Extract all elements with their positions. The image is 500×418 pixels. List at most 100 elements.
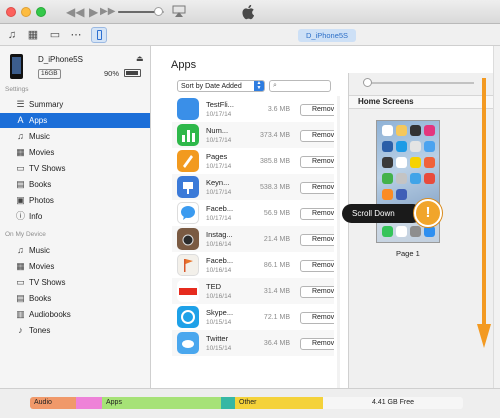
search-icon: ⌕ xyxy=(273,82,277,89)
remove-button[interactable]: Remove xyxy=(300,208,334,220)
sidebar-item-label: Movies xyxy=(29,148,55,157)
app-row[interactable]: Twitter 10/15/14 36.4 MB Remove xyxy=(172,330,334,356)
volume-slider[interactable] xyxy=(118,7,164,16)
scroll-down-callout: Scroll Down xyxy=(342,204,422,223)
app-list: TestFli... 10/17/14 3.6 MB Remove Num...… xyxy=(172,96,334,388)
rewind-icon[interactable]: ◀◀ xyxy=(66,4,84,20)
arrow-down-icon xyxy=(477,78,491,348)
app-row[interactable]: Faceb... 10/16/14 86.1 MB Remove xyxy=(172,252,334,278)
movies-icon[interactable]: ▦ xyxy=(27,28,39,42)
app-row[interactable]: Skype... 10/15/14 72.1 MB Remove xyxy=(172,304,334,330)
app-date: 10/16/14 xyxy=(206,241,232,248)
airplay-icon[interactable] xyxy=(172,5,186,18)
remove-button[interactable]: Remove xyxy=(300,104,334,116)
sidebar-item-label: Books xyxy=(29,180,52,189)
sidebar-item-info[interactable]: ⓘ Info xyxy=(0,209,150,224)
app-size: 373.4 MB xyxy=(260,132,290,139)
app-date: 10/17/14 xyxy=(206,189,232,196)
sidebar-item-label: TV Shows xyxy=(29,164,66,173)
sidebar-item-device-tones[interactable]: ♪ Tones xyxy=(0,323,150,338)
sidebar-item-label: Music xyxy=(29,246,50,255)
app-icon xyxy=(396,157,407,168)
remove-button[interactable]: Remove xyxy=(300,338,334,350)
play-icon[interactable]: ▶ xyxy=(89,4,98,20)
capacity-badge: 16GB xyxy=(38,69,61,79)
app-row[interactable]: Num... 10/17/14 373.4 MB Remove xyxy=(172,122,334,148)
sidebar-item-device-movies[interactable]: ▦ Movies xyxy=(0,259,150,274)
sidebar-item-device-books[interactable]: ▤ Books xyxy=(0,291,150,306)
device-button[interactable] xyxy=(91,27,107,43)
app-name: Twitter xyxy=(206,334,229,343)
remove-button[interactable]: Remove xyxy=(300,234,334,246)
app-date: 10/17/14 xyxy=(206,215,232,222)
sidebar-item-label: Audiobooks xyxy=(29,310,71,319)
remove-button[interactable]: Remove xyxy=(300,156,334,168)
remove-button[interactable]: Remove xyxy=(300,260,334,272)
more-icon[interactable]: ⋯ xyxy=(70,28,82,42)
close-window-button[interactable] xyxy=(6,7,16,17)
main-scrollbar[interactable] xyxy=(493,46,500,388)
remove-button[interactable]: Remove xyxy=(300,312,334,324)
summary-icon: ☰ xyxy=(16,99,25,109)
volume-knob[interactable] xyxy=(154,7,163,16)
zoom-slider[interactable] xyxy=(363,78,474,87)
sidebar-item-device-audiobooks[interactable]: ▥ Audiobooks xyxy=(0,307,150,322)
app-name: Keyn... xyxy=(206,178,230,187)
app-size: 56.9 MB xyxy=(263,210,290,217)
sidebar-item-label: Music xyxy=(29,132,50,141)
app-row[interactable]: Keyn... 10/17/14 538.3 MB Remove xyxy=(172,174,334,200)
audiobooks-icon: ▥ xyxy=(16,309,25,319)
sidebar-item-label: Tones xyxy=(29,326,51,335)
zoom-window-button[interactable] xyxy=(36,7,46,17)
minimize-window-button[interactable] xyxy=(21,7,31,17)
apple-logo-icon xyxy=(242,4,255,20)
messenger-app-icon xyxy=(177,202,199,224)
app-size: 385.8 MB xyxy=(260,158,290,165)
search-input[interactable]: ⌕ xyxy=(269,80,331,92)
app-list-scrollbar[interactable] xyxy=(337,96,340,388)
toolbar: ◀◀ ▶ ▶▶ xyxy=(0,0,500,24)
app-icon xyxy=(424,173,435,184)
s-logo-icon xyxy=(181,310,195,324)
instagram-app-icon xyxy=(177,228,199,250)
sidebar-item-apps[interactable]: A Apps xyxy=(0,113,150,128)
sidebar-item-photos[interactable]: ▣ Photos xyxy=(0,193,150,208)
app-row[interactable]: Pages 10/17/14 385.8 MB Remove xyxy=(172,148,334,174)
apps-icon: A xyxy=(17,115,24,125)
remove-button[interactable]: Remove xyxy=(300,130,334,142)
skype-app-icon xyxy=(177,306,199,328)
sidebar-item-summary[interactable]: ☰ Summary xyxy=(0,97,150,112)
keynote-app-icon xyxy=(177,176,199,198)
sidebar-item-music[interactable]: ♫ Music xyxy=(0,129,150,144)
app-row[interactable]: TED 10/16/14 31.4 MB Remove xyxy=(172,278,334,304)
device-name: D_iPhone5S xyxy=(38,55,83,64)
zoom-knob[interactable] xyxy=(363,78,372,87)
flag-icon xyxy=(184,259,193,272)
sidebar-item-books[interactable]: ▤ Books xyxy=(0,177,150,192)
sidebar-item-tv-shows[interactable]: ▭ TV Shows xyxy=(0,161,150,176)
sidebar-item-device-tv-shows[interactable]: ▭ TV Shows xyxy=(0,275,150,290)
sort-select[interactable]: Sort by Date Added ▲ ▼ xyxy=(177,80,265,92)
app-row[interactable]: Faceb... 10/17/14 56.9 MB Remove xyxy=(172,200,334,226)
fast-forward-icon[interactable]: ▶▶ xyxy=(100,4,115,20)
storage-footer: Audio Apps Other 4.41 GB Free xyxy=(0,388,500,418)
app-date: 10/17/14 xyxy=(206,163,232,170)
sidebar-item-device-music[interactable]: ♫ Music xyxy=(0,243,150,258)
tv-icon[interactable]: ▭ xyxy=(49,28,61,42)
device-pill[interactable]: D_iPhone5S xyxy=(298,29,356,42)
battery-fill xyxy=(126,71,138,75)
sidebar-item-movies[interactable]: ▦ Movies xyxy=(0,145,150,160)
app-row[interactable]: Instag... 10/16/14 21.4 MB Remove xyxy=(172,226,334,252)
safari-icon xyxy=(424,226,435,237)
music-note-icon[interactable]: ♫ xyxy=(6,28,18,42)
battery-percent: 90% xyxy=(104,69,120,78)
on-device-section-label: On My Device xyxy=(5,231,46,238)
app-name: TestFli... xyxy=(206,100,234,109)
remove-button[interactable]: Remove xyxy=(300,182,334,194)
iphone-icon xyxy=(97,30,102,40)
app-row[interactable]: TestFli... 10/17/14 3.6 MB Remove xyxy=(172,96,334,122)
remove-button[interactable]: Remove xyxy=(300,286,334,298)
eject-icon[interactable]: ⏏ xyxy=(136,54,144,63)
music-icon: ♫ xyxy=(17,131,24,141)
storage-segment-free: 4.41 GB Free xyxy=(323,397,463,409)
